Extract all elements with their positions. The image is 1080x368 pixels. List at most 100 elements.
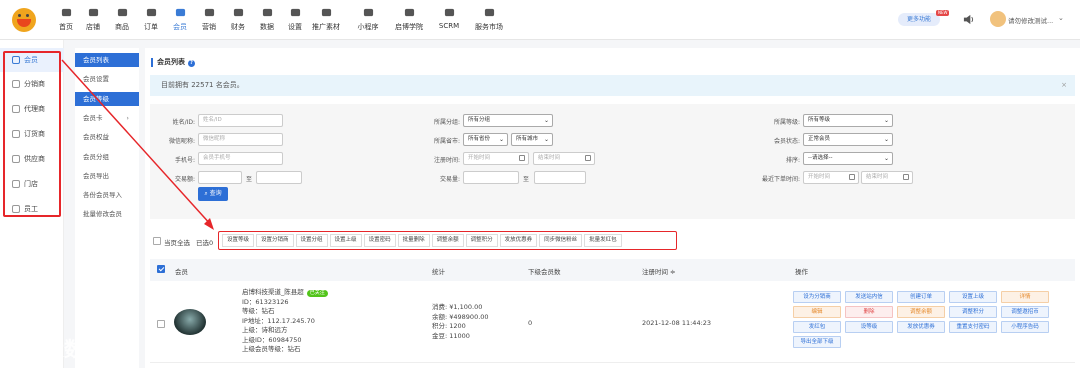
- wechat-input[interactable]: 微信昵称: [198, 133, 283, 146]
- more-functions-button[interactable]: 更多功能: [898, 13, 940, 26]
- op-button-15[interactable]: 导出全部下级: [793, 336, 841, 348]
- nav-item-3[interactable]: 订单: [137, 5, 165, 37]
- header-checkbox[interactable]: [157, 265, 165, 273]
- op-button-6[interactable]: 删除: [845, 306, 893, 318]
- group-select[interactable]: 所有分组 ⌄: [463, 114, 553, 127]
- province-select[interactable]: 所有省份 ⌄: [463, 133, 508, 146]
- highlight-box-sidebar: [3, 51, 61, 217]
- amount-min-input[interactable]: [198, 171, 242, 184]
- marketing-icon: [204, 8, 214, 17]
- nav-item-10[interactable]: 小程序: [354, 5, 382, 37]
- op-button-7[interactable]: 调整余额: [897, 306, 945, 318]
- subnav-item-0[interactable]: 会员列表: [75, 53, 139, 67]
- finance-icon: [233, 8, 243, 17]
- label-sort: 排序:: [785, 157, 800, 164]
- subnav-item-7[interactable]: 各份会员导入: [75, 188, 139, 202]
- nav-item-11[interactable]: 启博学院: [395, 5, 423, 37]
- label-phone: 手机号:: [174, 157, 195, 164]
- name-input[interactable]: 姓名/ID: [198, 114, 283, 127]
- level-select[interactable]: 所有等级 ⌄: [803, 114, 893, 127]
- shop-icon: [88, 8, 98, 17]
- label-group: 所属分组:: [433, 119, 460, 126]
- help-icon[interactable]: ?: [188, 60, 195, 67]
- count-max-input[interactable]: [534, 171, 586, 184]
- status-select[interactable]: 正常会员 ⌄: [803, 133, 893, 146]
- op-button-11[interactable]: 设等级: [845, 321, 893, 333]
- nav-item-12[interactable]: SCRM: [435, 5, 463, 37]
- phone-input[interactable]: 会员手机号: [198, 152, 283, 165]
- bulk-button-5[interactable]: 批量删除: [397, 234, 430, 247]
- subnav-item-2[interactable]: 会员等级: [75, 91, 139, 106]
- subnav-item-4[interactable]: 会员权益: [75, 130, 139, 144]
- op-button-1[interactable]: 发送站内信: [845, 291, 893, 303]
- bulk-button-6[interactable]: 调整余额: [431, 234, 464, 247]
- nav-item-6[interactable]: 财务: [224, 5, 252, 37]
- speaker-icon[interactable]: [963, 14, 974, 25]
- calendar-icon: [903, 174, 909, 180]
- nav-item-4[interactable]: 会员: [166, 5, 194, 37]
- chevron-down-icon[interactable]: ⌄: [1058, 14, 1064, 22]
- follow-badge: 已关注: [306, 290, 328, 297]
- op-button-8[interactable]: 调整积分: [949, 306, 997, 318]
- op-button-5[interactable]: 编辑: [793, 306, 841, 318]
- last-end-input[interactable]: 结束时间: [861, 171, 913, 184]
- bulk-button-4[interactable]: 设置密码: [363, 234, 396, 247]
- member-name[interactable]: 启博科技渠道_陈县超 已关注: [242, 288, 328, 298]
- subnav-item-8[interactable]: 批量修改会员: [75, 207, 139, 221]
- col-reg-time[interactable]: 注册时间 ≑: [642, 266, 676, 276]
- share-icon: [321, 8, 331, 17]
- op-button-13[interactable]: 重置支付密码: [949, 321, 997, 333]
- op-button-4[interactable]: 详情: [1001, 291, 1049, 303]
- nav-item-1[interactable]: 店铺: [79, 5, 107, 37]
- data-icon: [262, 8, 272, 17]
- op-button-0[interactable]: 设为分销商: [793, 291, 841, 303]
- nav-item-9[interactable]: 推广素材: [312, 5, 340, 37]
- subnav-item-5[interactable]: 会员分组: [75, 150, 139, 164]
- bulk-button-8[interactable]: 发放优惠券: [499, 234, 538, 247]
- nav-item-5[interactable]: 营销: [195, 5, 223, 37]
- row-checkbox[interactable]: [157, 320, 165, 328]
- user-name[interactable]: 请勿修改测试...: [1008, 15, 1053, 25]
- order-icon: [146, 8, 156, 17]
- to-label: 至: [523, 176, 530, 183]
- notice-bar: 目前拥有 22571 名会员。 ×: [150, 75, 1075, 96]
- subnav-item-6[interactable]: 会员导出: [75, 169, 139, 183]
- op-button-3[interactable]: 设置上级: [949, 291, 997, 303]
- close-icon[interactable]: ×: [1061, 75, 1067, 96]
- bulk-button-1[interactable]: 设置分销商: [256, 234, 294, 247]
- nav-item-7[interactable]: 数据: [253, 5, 281, 37]
- bulk-button-7[interactable]: 调整积分: [465, 234, 498, 247]
- nav-item-0[interactable]: 首页: [52, 5, 80, 37]
- reg-end-input[interactable]: 结束时间: [533, 152, 595, 165]
- table-header: 会员 统计 下级会员数 注册时间 ≑ 操作: [150, 259, 1075, 281]
- reg-start-input[interactable]: 开始时间: [463, 152, 529, 165]
- subnav-item-1[interactable]: 会员设置: [75, 72, 139, 86]
- stat-gold: 金豆: 11000: [432, 331, 470, 340]
- filter-panel: 姓名/ID: 姓名/ID 微信昵称: 微信昵称 手机号: 会员手机号 交易额: …: [150, 104, 1075, 219]
- amount-max-input[interactable]: [256, 171, 302, 184]
- subnav-item-3[interactable]: 会员卡 ›: [75, 111, 139, 125]
- select-all-checkbox[interactable]: [153, 237, 161, 245]
- op-button-9[interactable]: 调整邀招币: [1001, 306, 1049, 318]
- bulk-button-10[interactable]: 批量发红包: [584, 234, 622, 247]
- city-select[interactable]: 所有城市 ⌄: [511, 133, 553, 146]
- bulk-button-0[interactable]: 设置等级: [222, 234, 255, 247]
- bulk-button-3[interactable]: 设置上级: [329, 234, 362, 247]
- op-button-2[interactable]: 创建订单: [897, 291, 945, 303]
- op-button-10[interactable]: 发红包: [793, 321, 841, 333]
- count-min-input[interactable]: [463, 171, 519, 184]
- nav-item-13[interactable]: 服务市场: [475, 5, 503, 37]
- last-start-input[interactable]: 开始时间: [803, 171, 859, 184]
- query-button[interactable]: ⌕ 查询: [198, 187, 228, 201]
- sort-select[interactable]: --请选择-- ⌄: [803, 152, 893, 165]
- op-button-12[interactable]: 发放优惠券: [897, 321, 945, 333]
- avatar[interactable]: [990, 11, 1006, 27]
- scrm-icon: [444, 8, 454, 17]
- bulk-button-2[interactable]: 设置分组: [295, 234, 328, 247]
- nav-item-8[interactable]: 设置: [281, 5, 309, 37]
- nav-item-2[interactable]: 商品: [108, 5, 136, 37]
- op-button-14[interactable]: 小程序告码: [1001, 321, 1049, 333]
- home-icon: [61, 8, 71, 17]
- calendar-icon: [849, 174, 855, 180]
- bulk-button-9[interactable]: 同步微信粉丝: [539, 234, 583, 247]
